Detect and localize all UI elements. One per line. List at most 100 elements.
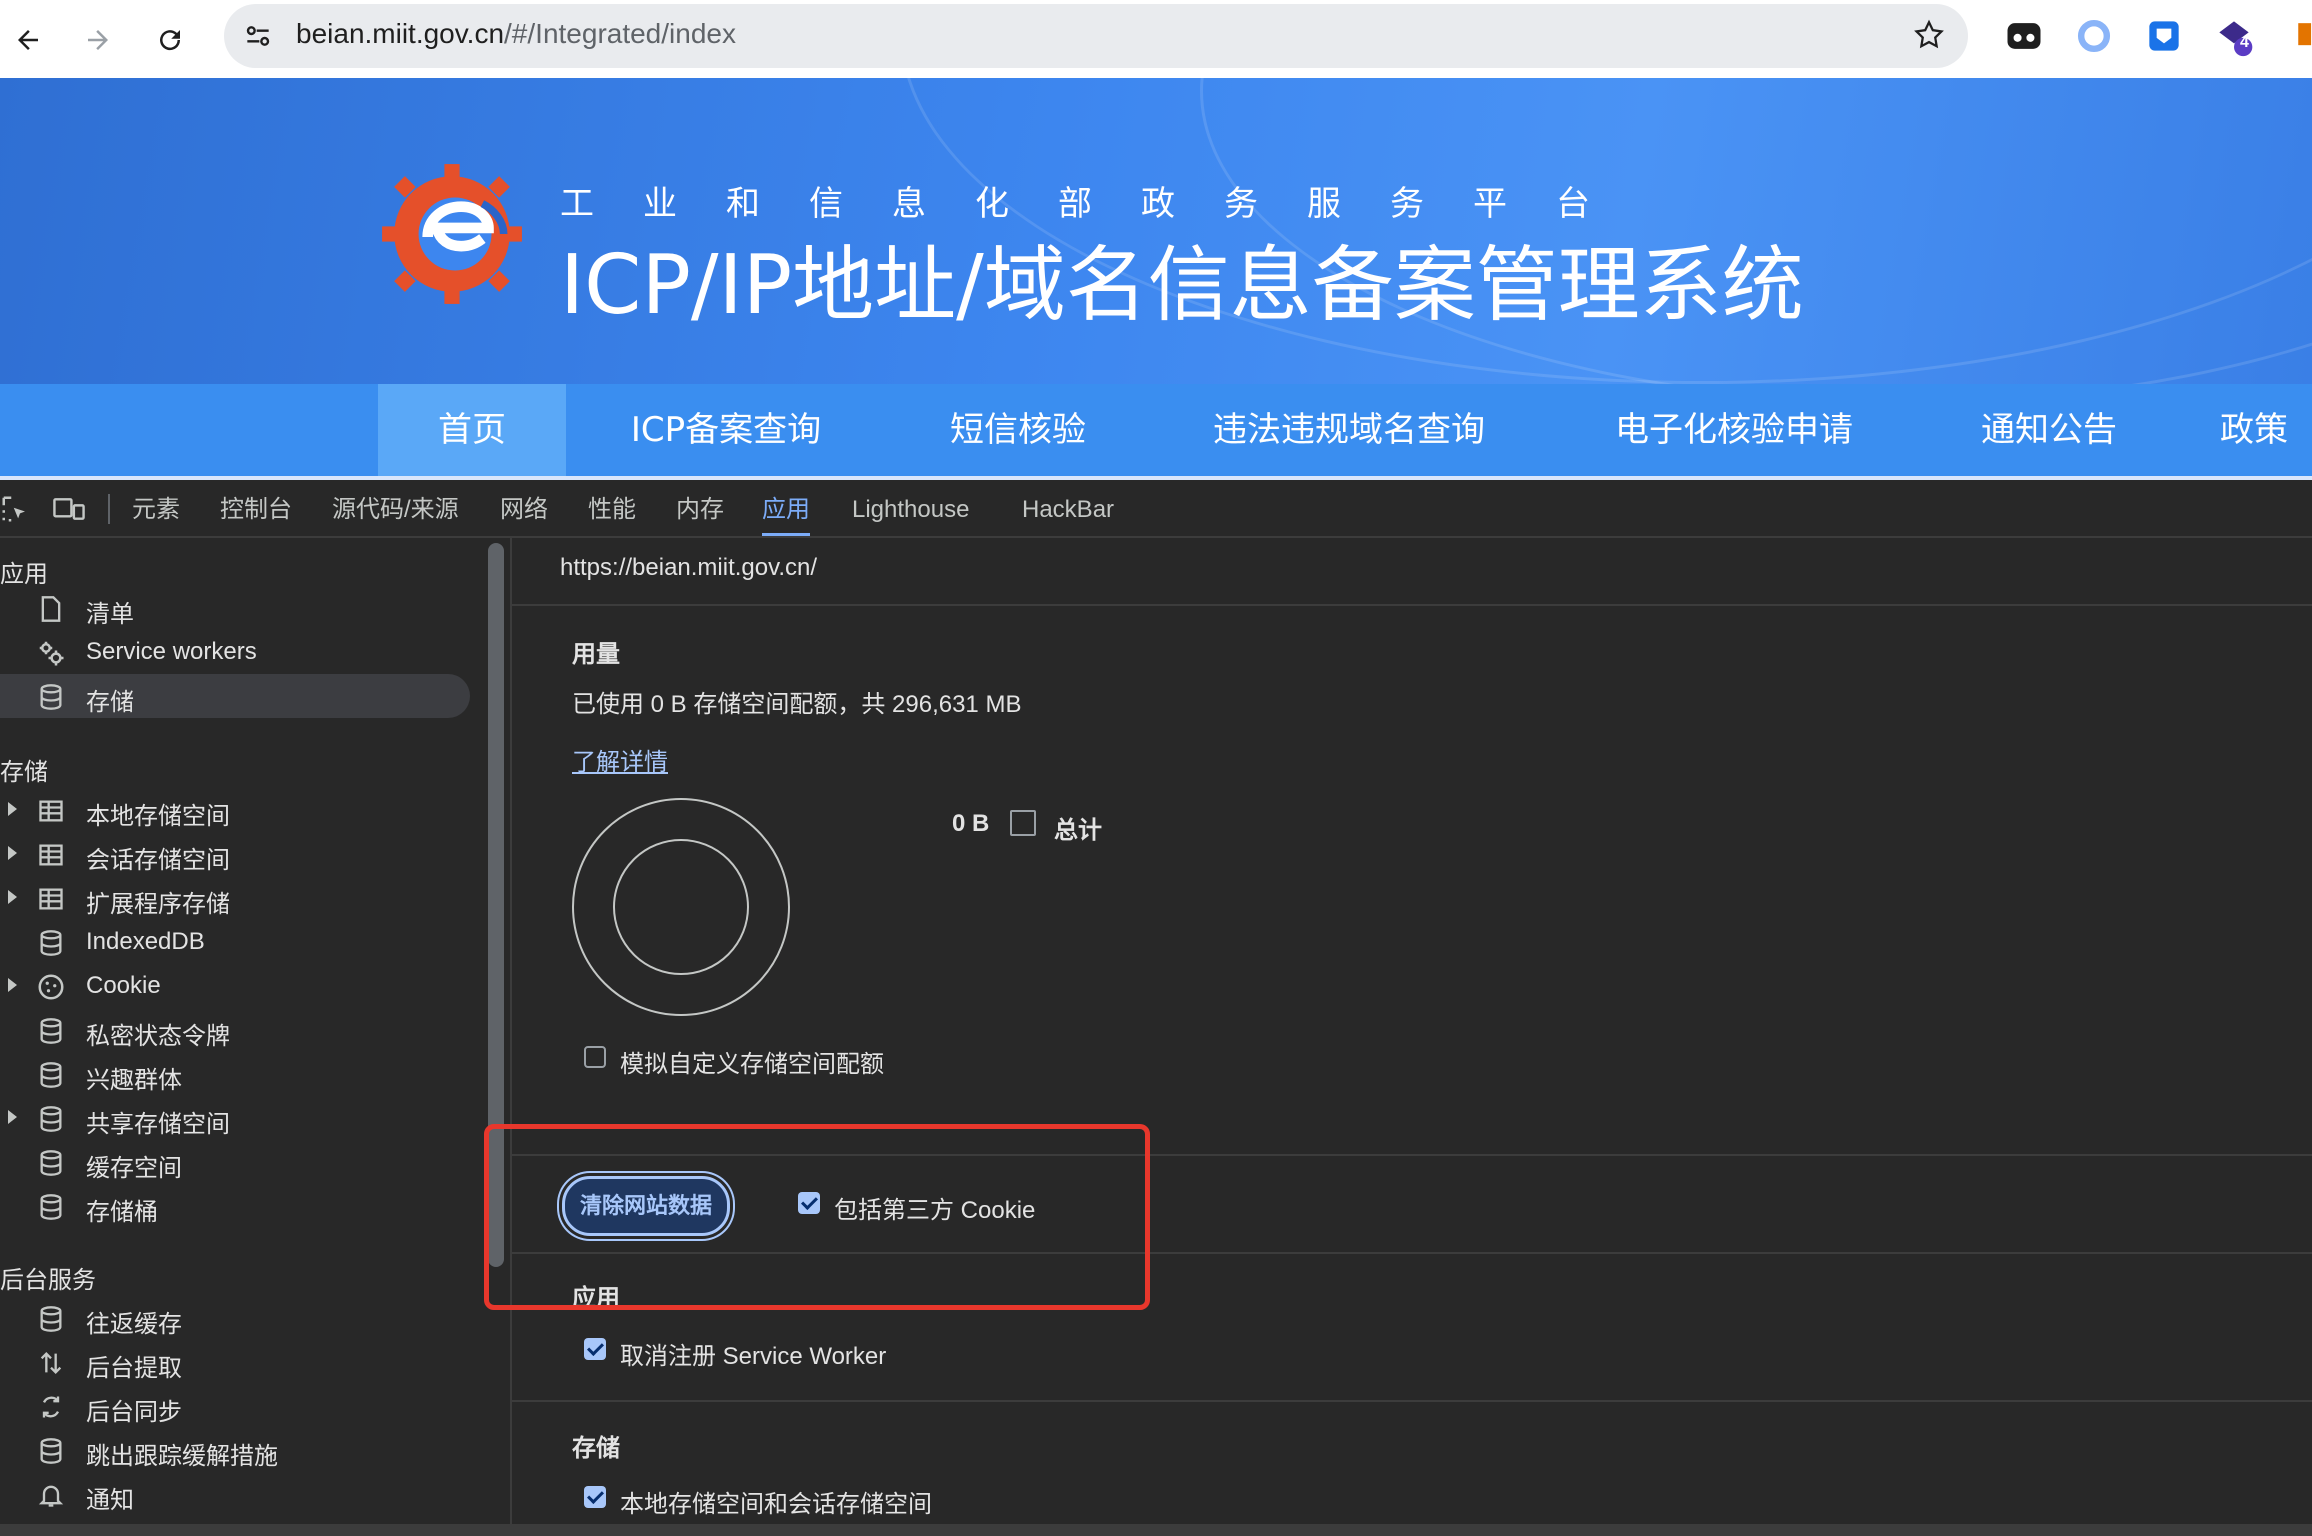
learn-more-link[interactable]: 了解详情 bbox=[572, 742, 668, 777]
table-icon bbox=[36, 840, 66, 870]
sidebar-item-bounce-tracking[interactable]: 跳出跟踪缓解措施 bbox=[0, 1428, 470, 1472]
database-icon bbox=[36, 1436, 66, 1466]
site-logo-icon bbox=[376, 158, 528, 315]
sidebar-item-label: Cookie bbox=[86, 972, 161, 999]
tab-network[interactable]: 网络 bbox=[500, 480, 548, 536]
device-toolbar-icon[interactable] bbox=[52, 494, 86, 529]
back-button[interactable] bbox=[2, 14, 54, 66]
address-bar[interactable]: beian.miit.gov.cn/#/Integrated/index bbox=[224, 4, 1968, 68]
tab-memory[interactable]: 内存 bbox=[676, 480, 724, 536]
sidebar-item-manifest[interactable]: 清单 bbox=[0, 586, 470, 630]
devtools-sidebar: 应用 清单 Service workers 存储 存储 本地存储空间 会话存储空… bbox=[0, 538, 484, 1536]
database-icon bbox=[36, 1148, 66, 1178]
extension-glasses-icon[interactable] bbox=[2002, 14, 2046, 58]
tab-console[interactable]: 控制台 bbox=[220, 480, 292, 536]
database-icon bbox=[36, 928, 66, 958]
sidebar-item-private-state-tokens[interactable]: 私密状态令牌 bbox=[0, 1008, 470, 1052]
url-text[interactable]: beian.miit.gov.cn/#/Integrated/index bbox=[296, 18, 736, 50]
sidebar-header-storage: 存储 bbox=[0, 759, 48, 786]
sidebar-item-interest-groups[interactable]: 兴趣群体 bbox=[0, 1052, 470, 1096]
reload-button[interactable] bbox=[144, 14, 196, 66]
forward-arrow-icon bbox=[88, 30, 108, 50]
unregister-sw-checkbox[interactable] bbox=[584, 1338, 606, 1360]
table-icon bbox=[36, 884, 66, 914]
sidebar-item-label: 清单 bbox=[86, 601, 134, 628]
expand-arrow-icon[interactable] bbox=[8, 1110, 17, 1124]
extension-badge-count: 4 bbox=[2240, 34, 2249, 51]
sidebar-item-session-storage[interactable]: 会话存储空间 bbox=[0, 832, 470, 876]
nav-sms-verify[interactable]: 短信核验 bbox=[926, 384, 1110, 476]
expand-arrow-icon[interactable] bbox=[8, 890, 17, 904]
simulate-quota-checkbox[interactable] bbox=[584, 1046, 606, 1068]
sidebar-item-label: 会话存储空间 bbox=[86, 847, 230, 874]
nav-electronic-verify[interactable]: 电子化核验申请 bbox=[1588, 384, 1880, 476]
sidebar-item-storage-buckets[interactable]: 存储桶 bbox=[0, 1184, 470, 1228]
storage-panel: https://beian.miit.gov.cn/ 用量 已使用 0 B 存储… bbox=[512, 538, 2312, 1536]
tab-hackbar[interactable]: HackBar bbox=[1022, 480, 1114, 536]
extension-circle-icon[interactable] bbox=[2072, 14, 2116, 58]
tab-separator bbox=[108, 494, 110, 524]
sidebar-item-label: 兴趣群体 bbox=[86, 1067, 182, 1094]
site-title: ICP/IP地址/域名信息备案管理系统 bbox=[560, 238, 1804, 333]
sidebar-item-background-sync[interactable]: 后台同步 bbox=[0, 1384, 470, 1428]
sidebar-item-cache-storage[interactable]: 缓存空间 bbox=[0, 1140, 470, 1184]
sidebar-item-label: 缓存空间 bbox=[86, 1155, 182, 1182]
nav-announcements[interactable]: 通知公告 bbox=[1960, 384, 2138, 476]
tab-application[interactable]: 应用 bbox=[762, 480, 810, 536]
sidebar-item-service-workers[interactable]: Service workers bbox=[0, 630, 470, 674]
sidebar-item-extension-storage[interactable]: 扩展程序存储 bbox=[0, 876, 470, 920]
tab-sources[interactable]: 源代码/来源 bbox=[332, 480, 459, 536]
sidebar-item-label: 往返缓存 bbox=[86, 1311, 182, 1338]
reload-icon bbox=[160, 30, 181, 51]
bookmark-star-icon[interactable] bbox=[1912, 18, 1946, 57]
nav-illegal-domain-query[interactable]: 违法违规域名查询 bbox=[1186, 384, 1512, 476]
sidebar-item-indexeddb[interactable]: IndexedDB bbox=[0, 920, 470, 964]
tab-elements[interactable]: 元素 bbox=[132, 480, 180, 536]
extension-partial-icon[interactable] bbox=[2290, 14, 2312, 58]
nav-home[interactable]: 首页 bbox=[378, 384, 566, 476]
legend-swatch bbox=[1010, 810, 1036, 836]
nav-icp-query[interactable]: ICP备案查询 bbox=[604, 384, 848, 476]
sidebar-item-label: 跳出跟踪缓解措施 bbox=[86, 1443, 278, 1470]
expand-arrow-icon[interactable] bbox=[8, 846, 17, 860]
database-icon bbox=[36, 1104, 66, 1134]
usage-legend-value: 0 B bbox=[952, 810, 990, 837]
database-icon bbox=[36, 1304, 66, 1334]
expand-arrow-icon[interactable] bbox=[8, 978, 17, 992]
sidebar-item-label: 私密状态令牌 bbox=[86, 1023, 230, 1050]
browser-toolbar: beian.miit.gov.cn/#/Integrated/index 4 bbox=[0, 0, 2312, 78]
sidebar-item-notifications[interactable]: 通知 bbox=[0, 1472, 470, 1516]
tab-performance[interactable]: 性能 bbox=[588, 480, 636, 536]
bottom-scrollbar[interactable] bbox=[0, 1524, 2312, 1536]
sidebar-item-local-storage[interactable]: 本地存储空间 bbox=[0, 788, 470, 832]
fetch-icon bbox=[36, 1348, 66, 1378]
local-session-storage-checkbox[interactable] bbox=[584, 1486, 606, 1508]
sidebar-item-label: IndexedDB bbox=[86, 928, 205, 955]
nav-policy[interactable]: 政策 bbox=[2220, 384, 2312, 476]
site-nav: 首页 ICP备案查询 短信核验 违法违规域名查询 电子化核验申请 通知公告 政策 bbox=[0, 384, 2312, 476]
site-banner: 工业和信息化部政务服务平台 ICP/IP地址/域名信息备案管理系统 bbox=[0, 78, 2312, 384]
table-icon bbox=[36, 796, 66, 826]
sidebar-item-cookie[interactable]: Cookie bbox=[0, 964, 470, 1008]
usage-legend-label: 总计 bbox=[1054, 817, 1102, 844]
inspect-element-icon[interactable] bbox=[0, 494, 30, 529]
bell-icon bbox=[36, 1480, 66, 1510]
sidebar-item-storage-overview[interactable]: 存储 bbox=[0, 674, 470, 718]
extension-shield-icon[interactable] bbox=[2142, 14, 2186, 58]
expand-arrow-icon[interactable] bbox=[8, 802, 17, 816]
sidebar-item-background-fetch[interactable]: 后台提取 bbox=[0, 1340, 470, 1384]
extension-badge-icon[interactable]: 4 bbox=[2212, 14, 2256, 58]
site-info-icon[interactable] bbox=[242, 20, 274, 57]
local-session-storage-label: 本地存储空间和会话存储空间 bbox=[620, 1491, 932, 1518]
database-icon bbox=[36, 1016, 66, 1046]
tab-lighthouse[interactable]: Lighthouse bbox=[852, 480, 969, 536]
sidebar-item-label: 通知 bbox=[86, 1487, 134, 1514]
sidebar-item-shared-storage[interactable]: 共享存储空间 bbox=[0, 1096, 470, 1140]
sync-icon bbox=[36, 1392, 66, 1422]
sidebar-item-label: 存储 bbox=[86, 689, 134, 716]
sidebar-item-bfcache[interactable]: 往返缓存 bbox=[0, 1296, 470, 1340]
sidebar-item-label: 共享存储空间 bbox=[86, 1111, 230, 1138]
database-icon bbox=[36, 1060, 66, 1090]
forward-button[interactable] bbox=[72, 14, 124, 66]
sidebar-item-label: 后台提取 bbox=[86, 1355, 182, 1382]
